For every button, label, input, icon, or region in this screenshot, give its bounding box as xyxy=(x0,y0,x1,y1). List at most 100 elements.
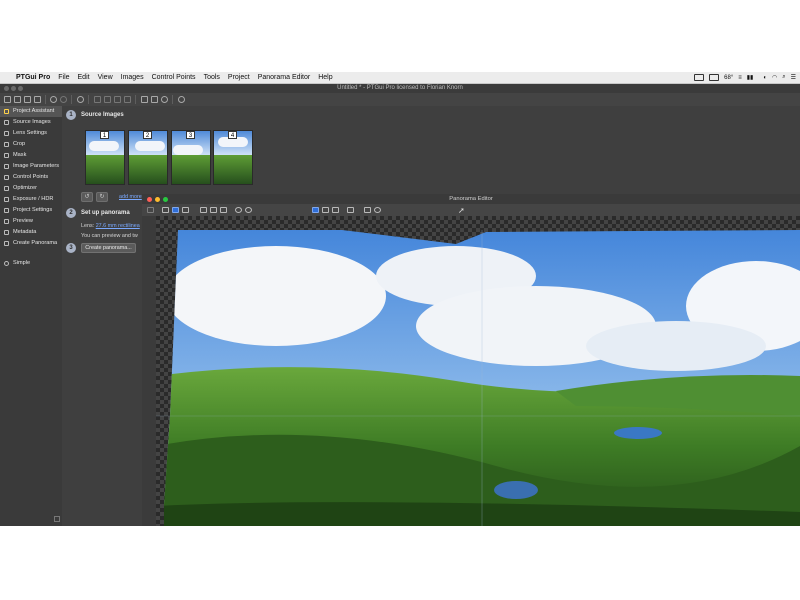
layers-icon[interactable] xyxy=(364,207,371,213)
mouse-cursor-icon: ➚ xyxy=(458,206,465,215)
create-icon xyxy=(4,241,9,246)
panorama-editor-left-gutter xyxy=(142,216,156,526)
sidebar-item-label: Source Images xyxy=(13,119,51,125)
gear-icon[interactable] xyxy=(77,96,84,103)
cpu-graph-icon[interactable]: ▮▮ xyxy=(747,74,754,81)
edit-individual-images-icon[interactable] xyxy=(162,207,169,213)
rectilinear-projection-icon[interactable] xyxy=(312,207,319,213)
sidebar-item-preview[interactable]: Preview xyxy=(0,216,62,227)
sidebar-item-optimizer[interactable]: Optimizer xyxy=(0,183,62,194)
zoom-tool-icon[interactable] xyxy=(104,96,111,103)
display-icon[interactable] xyxy=(709,74,720,81)
sidebar-item-label: Exposure / HDR xyxy=(13,196,54,202)
sidebar-item-label: Mask xyxy=(13,152,27,158)
sidebar-item-image-parameters[interactable]: Image Parameters xyxy=(0,161,62,172)
editor-zoom-button[interactable] xyxy=(163,196,168,202)
sidebar-item-metadata[interactable]: Metadata xyxy=(0,227,62,238)
editor-close-button[interactable] xyxy=(147,196,152,202)
editor-minimize-button[interactable] xyxy=(155,196,160,202)
move-tool-icon[interactable] xyxy=(182,207,189,213)
metadata-icon xyxy=(4,230,9,235)
control-center-icon[interactable]: ☰ xyxy=(791,74,796,81)
sidebar-collapse-button[interactable] xyxy=(54,516,60,522)
sidebar-item-create-panorama[interactable]: Create Panorama xyxy=(0,238,62,249)
sidebar-items: Project Assistant Source Images Lens Set… xyxy=(0,106,62,526)
cylindrical-projection-icon[interactable] xyxy=(322,207,329,213)
source-image-thumbnail[interactable]: 4 xyxy=(213,130,253,185)
optimize-tool-icon[interactable] xyxy=(124,96,131,103)
save-icon[interactable] xyxy=(34,96,41,103)
sidebar-item-label: Crop xyxy=(13,141,26,147)
menu-app-name[interactable]: PTGui Pro xyxy=(16,74,50,81)
batch-icon[interactable] xyxy=(151,96,158,103)
lens-icon xyxy=(4,131,9,136)
undo-icon[interactable] xyxy=(50,96,57,103)
sidebar-item-lens-settings[interactable]: Lens Settings xyxy=(0,128,62,139)
source-image-thumbnail[interactable]: 1 xyxy=(85,130,125,185)
menu-tools[interactable]: Tools xyxy=(204,74,220,81)
sidebar-item-project-assistant[interactable]: Project Assistant xyxy=(0,106,62,117)
source-image-thumbnail[interactable]: 3 xyxy=(171,130,211,185)
sidebar-item-control-points[interactable]: Control Points xyxy=(0,172,62,183)
menu-images[interactable]: Images xyxy=(121,74,144,81)
screen-record-icon[interactable] xyxy=(694,74,705,81)
wifi-icon[interactable]: ◠ xyxy=(772,74,777,81)
crop-tool-icon[interactable] xyxy=(147,207,154,213)
spherical-projection-icon[interactable] xyxy=(332,207,339,213)
menu-panorama-editor[interactable]: Panorama Editor xyxy=(258,74,311,81)
network-icon[interactable]: ≡ xyxy=(738,75,742,81)
add-more-link[interactable]: add more xyxy=(119,194,142,200)
help-icon[interactable] xyxy=(178,96,185,103)
sidebar-item-label: Preview xyxy=(13,218,33,224)
align-icon[interactable] xyxy=(220,207,227,213)
moon-icon[interactable]: ◐ xyxy=(763,75,767,81)
source-images-heading: Source Images xyxy=(81,112,124,118)
menu-edit[interactable]: Edit xyxy=(78,74,90,81)
search-tool-icon[interactable] xyxy=(114,96,121,103)
sidebar-item-crop[interactable]: Crop xyxy=(0,139,62,150)
sidebar-item-label: Create Panorama xyxy=(13,240,58,246)
control-points-tool-icon[interactable] xyxy=(94,96,101,103)
new-project-icon[interactable] xyxy=(4,96,11,103)
temperature-text[interactable]: 68° xyxy=(724,75,733,81)
preview-hint-text: You can preview and tw xyxy=(81,233,138,239)
lens-value-link[interactable]: 27.6 mm rectilinea xyxy=(96,223,140,229)
rotate-right-button[interactable]: ↻ xyxy=(96,192,108,202)
sidebar-item-simple[interactable]: Simple xyxy=(0,258,62,269)
fit-panorama-icon[interactable] xyxy=(200,207,207,213)
mask-icon xyxy=(4,153,9,158)
panorama-canvas[interactable] xyxy=(156,216,800,526)
rotate-left-button[interactable]: ↺ xyxy=(81,192,93,202)
menu-file[interactable]: File xyxy=(58,74,69,81)
optimizer-icon xyxy=(4,186,9,191)
menu-help[interactable]: Help xyxy=(318,74,332,81)
menu-control-points[interactable]: Control Points xyxy=(152,74,196,81)
search-icon[interactable]: ⌕ xyxy=(782,74,785,81)
source-image-thumbnail[interactable]: 2 xyxy=(128,130,168,185)
sidebar-item-source-images[interactable]: Source Images xyxy=(0,117,62,128)
window-zoom-button[interactable] xyxy=(18,86,23,91)
sidebar-item-mask[interactable]: Mask xyxy=(0,150,62,161)
menu-view[interactable]: View xyxy=(98,74,113,81)
sidebar-item-project-settings[interactable]: Project Settings xyxy=(0,205,62,216)
step-3-badge: 3 xyxy=(66,243,76,253)
sidebar-item-exposure-hdr[interactable]: Exposure / HDR xyxy=(0,194,62,205)
window-close-button[interactable] xyxy=(4,86,9,91)
open-project-icon[interactable] xyxy=(14,96,21,103)
panorama-image xyxy=(156,230,800,526)
window-minimize-button[interactable] xyxy=(11,86,16,91)
sidebar-item-label: Project Settings xyxy=(13,207,53,213)
panorama-editor-icon[interactable] xyxy=(141,96,148,103)
thumbnail-number: 4 xyxy=(228,131,237,139)
drag-tool-icon[interactable] xyxy=(172,207,179,213)
center-point-icon[interactable] xyxy=(210,207,217,213)
lens-row: Lens: 27.6 mm rectilinea xyxy=(81,223,140,229)
create-panorama-button[interactable]: Create panorama... xyxy=(81,243,136,253)
redo-icon[interactable] xyxy=(60,96,67,103)
split-view-icon[interactable] xyxy=(347,207,354,213)
settings-icon[interactable] xyxy=(374,207,381,213)
location-icon[interactable] xyxy=(161,96,168,103)
thumbnail-number: 3 xyxy=(186,131,195,139)
duplicate-icon[interactable] xyxy=(24,96,31,103)
menu-project[interactable]: Project xyxy=(228,74,250,81)
